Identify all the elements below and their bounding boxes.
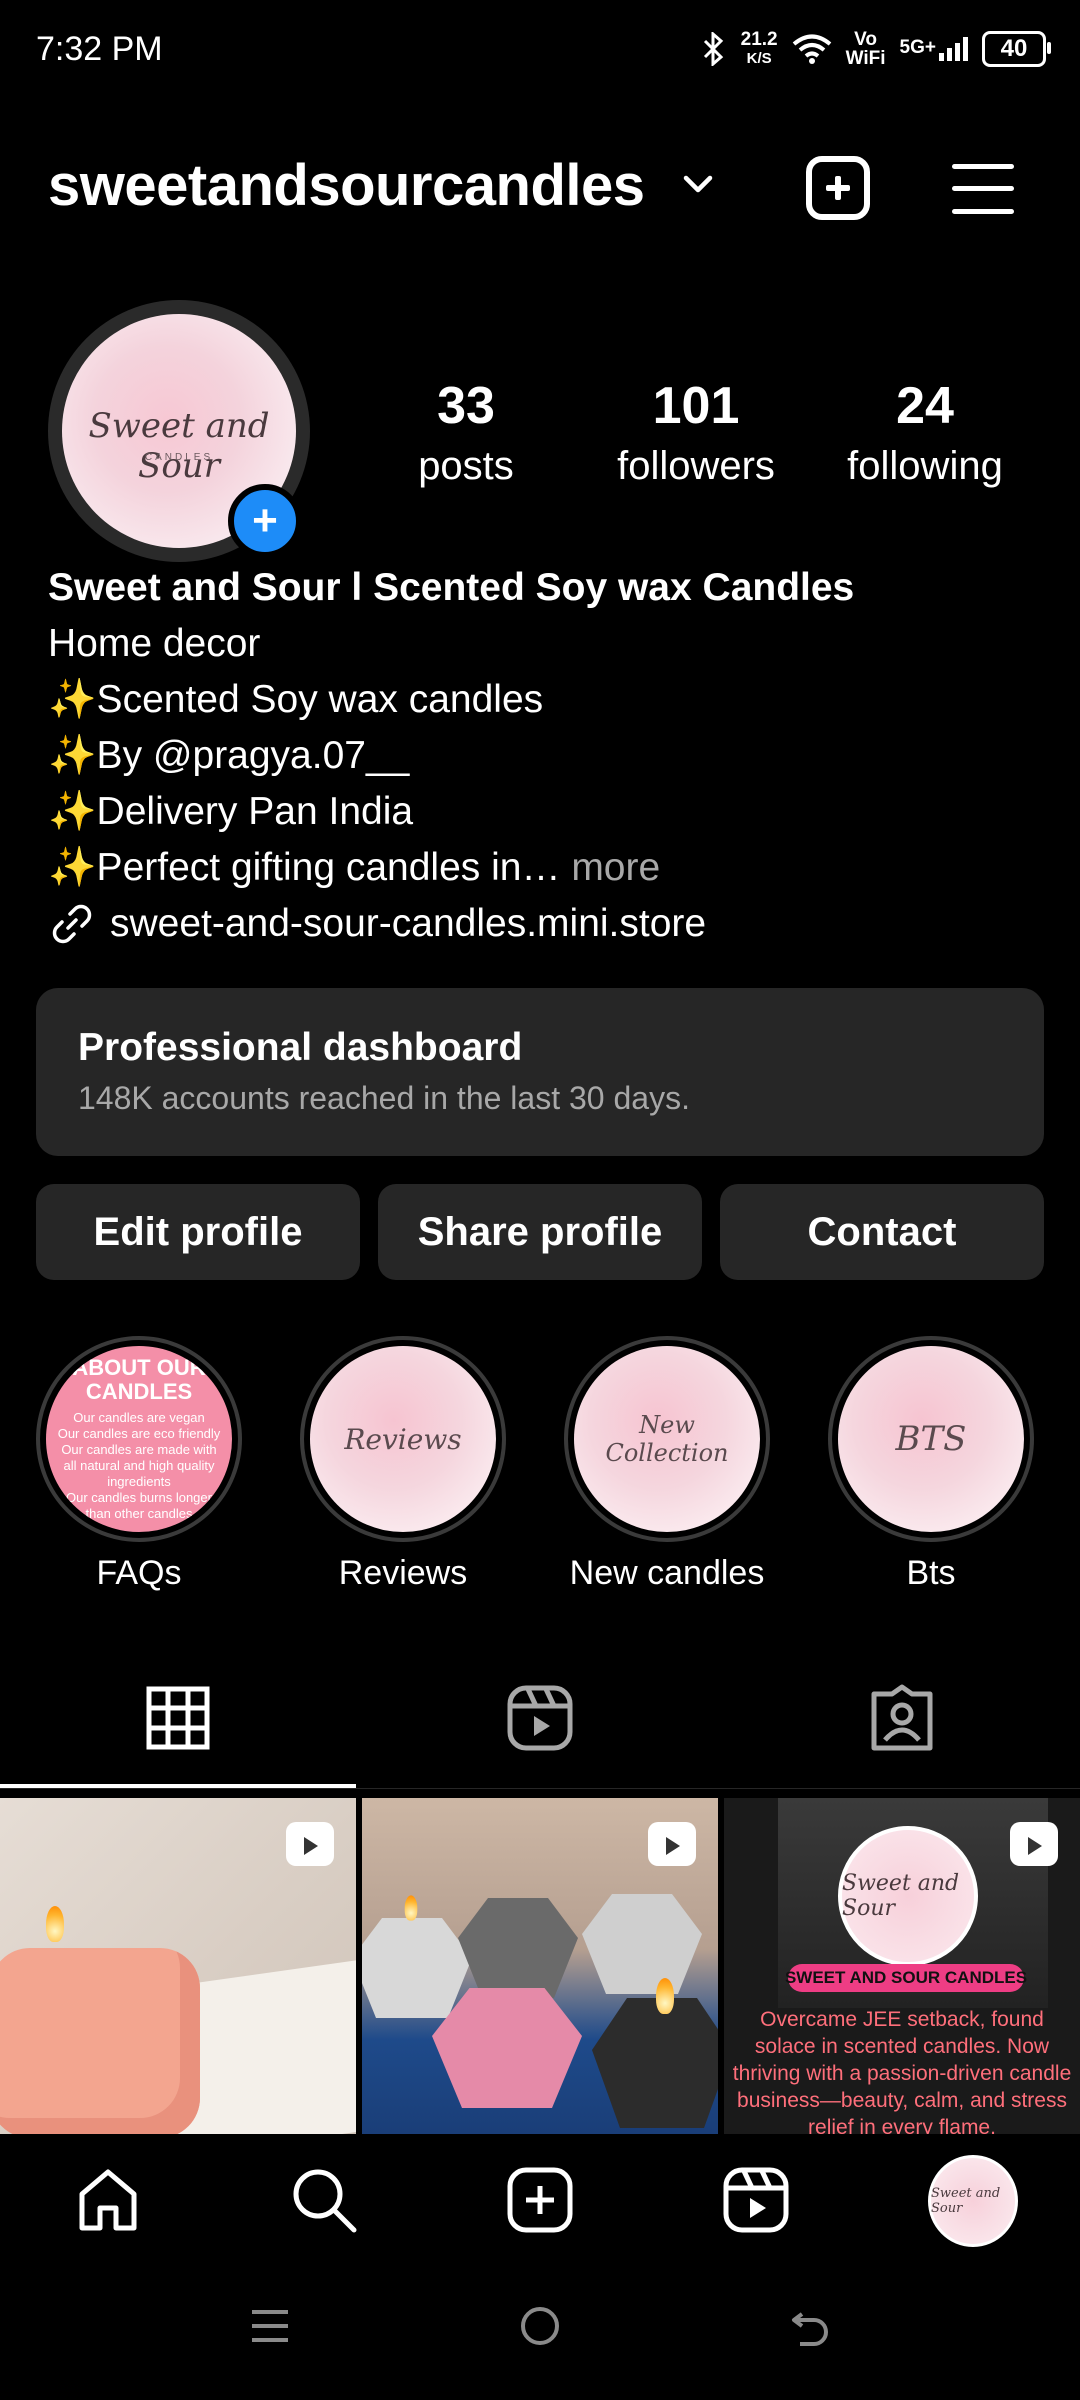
bio-line: ✨By @pragya.07__ [48, 734, 410, 777]
post-tile[interactable] [362, 1798, 718, 2134]
create-icon[interactable] [806, 156, 870, 220]
bio-line: ✨Delivery Pan India [48, 790, 414, 833]
website-link[interactable]: sweet-and-sour-candles.mini.store [48, 896, 1038, 952]
highlight-bts[interactable]: BTS Bts [828, 1336, 1034, 1593]
share-profile-button[interactable]: Share profile [378, 1184, 702, 1280]
status-icons: 21.2 K/S Vo WiFi 5G+ 40 [701, 29, 1051, 69]
highlight-cover: New Collection [574, 1346, 760, 1532]
menu-icon[interactable] [248, 2304, 292, 2348]
post-banner: SWEET AND SOUR CANDLES [785, 1964, 1027, 1992]
followers-count[interactable]: 101 followers [596, 376, 796, 489]
post-logo: Sweet and Sour [838, 1826, 978, 1966]
highlight-reviews[interactable]: Reviews Reviews [300, 1336, 506, 1593]
bio-line-truncated: ✨Perfect gifting candles in… more [48, 846, 661, 889]
highlight-label: New candles [569, 1554, 765, 1592]
post-caption: Overcame JEE setback, found solace in sc… [732, 2008, 1072, 2134]
create-icon[interactable] [504, 2164, 576, 2236]
home-circle-icon[interactable] [518, 2304, 562, 2348]
contact-button[interactable]: Contact [720, 1184, 1044, 1280]
signal-icon: 5G+ [900, 37, 968, 61]
add-story-button[interactable]: + [228, 484, 302, 558]
net-speed: 21.2 K/S [740, 29, 778, 67]
bio: Sweet and Sour l Scented Soy wax Candles… [48, 560, 1038, 952]
more-link[interactable]: more [571, 846, 660, 889]
bluetooth-icon [703, 32, 723, 66]
link-icon [52, 904, 92, 944]
post-tile[interactable]: Sweet and Sour SWEET AND SOUR CANDLES Ov… [724, 1798, 1080, 2134]
account-username[interactable]: sweetandsourcandles [48, 152, 645, 219]
reel-badge-icon [648, 1822, 696, 1866]
wifi-icon [792, 34, 831, 64]
reels-icon[interactable] [720, 2164, 792, 2236]
highlight-label: Bts [906, 1554, 956, 1592]
home-icon[interactable] [72, 2164, 144, 2236]
reel-badge-icon [286, 1822, 334, 1866]
reels-icon[interactable] [506, 1684, 574, 1752]
display-name: Sweet and Sour l Scented Soy wax Candles [48, 566, 855, 609]
highlight-cover: ABOUT OUR CANDLES Our candles are vegan … [46, 1346, 232, 1532]
highlight-cover: Reviews [310, 1346, 496, 1532]
professional-dashboard[interactable]: Professional dashboard 148K accounts rea… [36, 988, 1044, 1156]
system-navigation-bar [0, 2264, 1080, 2400]
bio-line: ✨Scented Soy wax candles [48, 678, 544, 721]
chevron-down-icon[interactable] [680, 172, 716, 196]
back-icon[interactable] [788, 2304, 832, 2348]
vowifi-indicator: Vo WiFi [845, 29, 886, 69]
highlight-faqs[interactable]: ABOUT OUR CANDLES Our candles are vegan … [36, 1336, 242, 1593]
following-count[interactable]: 24 following [830, 376, 1020, 489]
reel-badge-icon [1010, 1822, 1058, 1866]
search-icon[interactable] [288, 2164, 360, 2236]
edit-profile-button[interactable]: Edit profile [36, 1184, 360, 1280]
battery-icon: 40 [982, 31, 1051, 67]
highlight-new-candles[interactable]: New Collection New candles [564, 1336, 770, 1593]
highlight-label: Reviews [338, 1554, 468, 1592]
bottom-navigation: Sweet and Sour [0, 2134, 1080, 2264]
status-time: 7:32 PM [36, 30, 163, 68]
candle-image [0, 1948, 200, 2134]
post-tile[interactable] [0, 1798, 356, 2134]
menu-icon[interactable] [952, 162, 1014, 216]
grid-icon[interactable] [146, 1686, 210, 1750]
category-label: Home decor [48, 622, 261, 665]
highlight-label: FAQs [96, 1554, 182, 1592]
posts-count[interactable]: 33 posts [386, 376, 546, 489]
tab-divider [0, 1788, 1080, 1789]
highlight-cover: BTS [838, 1346, 1024, 1532]
tagged-icon[interactable] [868, 1684, 936, 1752]
profile-avatar[interactable]: Sweet and Sour [928, 2155, 1018, 2247]
